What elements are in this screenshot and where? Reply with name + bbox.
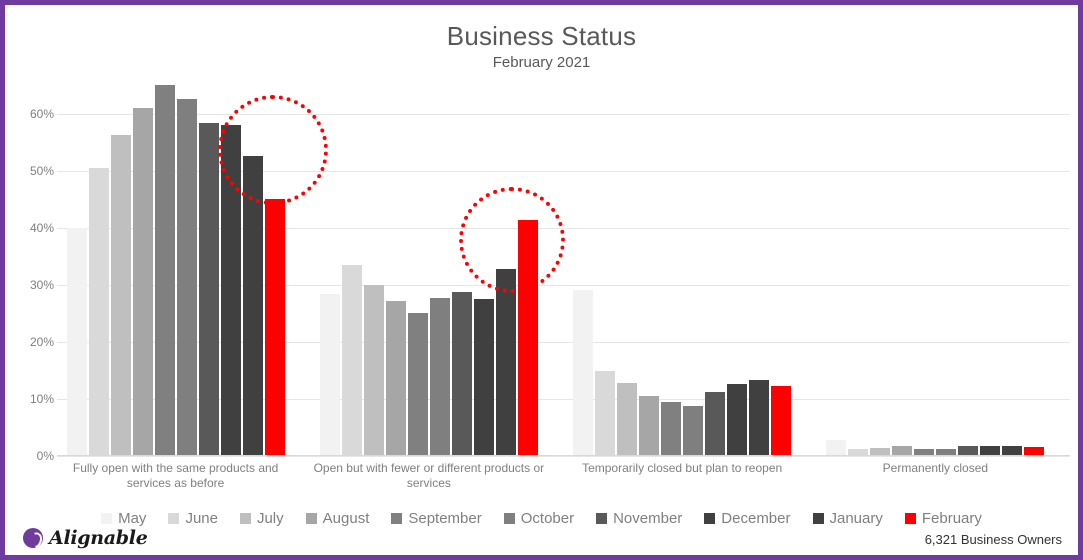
legend-item[interactable]: August (305, 510, 370, 527)
bar (242, 156, 263, 456)
bar (595, 370, 616, 456)
bar (517, 220, 538, 456)
legend-label: November (613, 510, 683, 527)
bar (429, 297, 450, 456)
legend-swatch (239, 513, 251, 524)
bar (132, 107, 153, 456)
legend-item[interactable]: May (101, 510, 146, 527)
bar (661, 402, 682, 456)
y-axis-tick-label: 30% (29, 277, 54, 292)
chart-subtitle: February 2021 (492, 54, 591, 71)
legend-label: January (829, 510, 883, 527)
legend-item[interactable]: February (904, 510, 982, 527)
bar (705, 392, 726, 456)
bar (88, 168, 109, 456)
bar (176, 99, 197, 456)
bar (749, 380, 770, 456)
bar (826, 440, 847, 456)
legend-label: February (921, 510, 982, 527)
bar (473, 299, 494, 456)
bar (617, 382, 638, 456)
category-label: Permanently closed (882, 461, 989, 475)
legend-label: May (118, 510, 147, 527)
y-axis-tick-label: 20% (29, 334, 54, 349)
legend-label: August (322, 510, 370, 527)
bar-group (826, 85, 1045, 456)
x-axis-baseline (57, 455, 1070, 456)
bar (198, 123, 219, 456)
bar (683, 405, 704, 456)
legend-item[interactable]: September (391, 510, 482, 527)
legend-label: October (520, 510, 575, 527)
bar (154, 85, 175, 456)
legend-item[interactable]: December (704, 510, 791, 527)
category-label: Open but with fewer or different product… (313, 461, 545, 490)
y-axis-tick-label: 50% (29, 163, 54, 178)
legend-swatch (305, 513, 317, 524)
legend-item[interactable]: November (596, 510, 682, 527)
legend-label: June (185, 510, 218, 527)
bar (727, 383, 748, 456)
legend-item[interactable]: June (168, 510, 218, 527)
bar (495, 268, 516, 456)
category-label: Fully open with the same products and se… (72, 461, 279, 490)
bar-group (319, 85, 538, 456)
legend-swatch (812, 513, 824, 524)
legend-label: December (721, 510, 791, 527)
bar (771, 385, 792, 456)
y-axis-tick-label: 0% (36, 449, 54, 463)
y-axis-tick-label: 60% (29, 106, 54, 121)
legend-swatch (503, 513, 515, 524)
legend-label: July (256, 510, 284, 527)
legend-swatch (168, 513, 180, 524)
bar (319, 294, 340, 456)
legend-item[interactable]: January (812, 510, 883, 527)
bar (573, 290, 594, 456)
bar (341, 265, 362, 456)
bar (407, 313, 428, 456)
bar (220, 124, 241, 456)
chart-title: Business Status (446, 21, 637, 51)
y-axis-tick-label: 10% (29, 391, 54, 406)
bar-group (573, 85, 792, 456)
legend-item[interactable]: July (239, 510, 284, 527)
bar (639, 396, 660, 456)
bar (363, 284, 384, 456)
legend-swatch (596, 513, 608, 524)
brand-name: Alignable (49, 527, 148, 549)
legend-swatch (101, 513, 113, 524)
bar (110, 134, 131, 456)
brand-logo: Alignable (23, 527, 148, 549)
bar (451, 291, 472, 456)
alignable-swirl-icon (23, 528, 43, 548)
chart-legend: May June July August September October Novembe… (5, 510, 1078, 527)
bar-group (66, 85, 285, 456)
legend-swatch (704, 513, 716, 524)
respondent-count: 6,321 Business Owners (924, 532, 1062, 547)
y-axis-tick-label: 40% (29, 220, 54, 235)
bar (264, 199, 285, 456)
legend-swatch (391, 513, 403, 524)
plot-area: 0% 10% 20% 30% 40% 50% 60% (30, 85, 1070, 463)
category-label: Temporarily closed but plan to reopen (582, 461, 783, 475)
bar (385, 300, 406, 456)
legend-item[interactable]: October (503, 510, 575, 527)
legend-label: September (408, 510, 482, 527)
chart-card: Business Status February 2021 0% 10% 20% 30… (0, 0, 1083, 560)
bar (66, 227, 87, 456)
gridline (57, 456, 1070, 457)
legend-swatch (904, 513, 916, 524)
